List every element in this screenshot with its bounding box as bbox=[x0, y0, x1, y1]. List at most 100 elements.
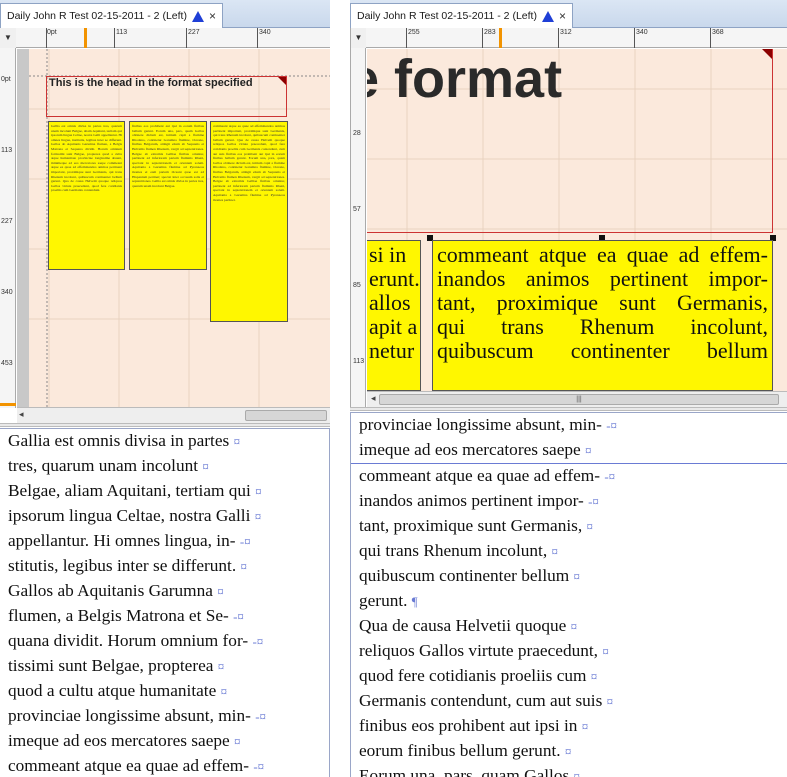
horizontal-ruler[interactable]: 0pt 113 227 340 bbox=[16, 28, 330, 48]
story-line: quibuscum continenter bellum ¤ bbox=[351, 564, 787, 589]
text-frame-column-3[interactable]: commeant atque ea quae ad effeminandos a… bbox=[210, 121, 288, 322]
story-line: Gallia est omnis divisa in partes ¤ bbox=[0, 429, 329, 454]
story-line-text: ipsorum lingua Celtae, nostra Galli bbox=[8, 506, 255, 525]
vertical-ruler[interactable]: 0pt 113 227 340 453 bbox=[0, 48, 16, 408]
story-line-text: quibuscum continenter bellum bbox=[359, 566, 574, 585]
pilcrow-icon: -¤ bbox=[239, 534, 251, 549]
pilcrow-icon: -¤ bbox=[588, 494, 599, 509]
right-document-tab[interactable]: Daily John R Test 02-15-2011 - 2 (Left) … bbox=[350, 3, 573, 28]
story-line: finibus eos prohibent aut ipsi in ¤ bbox=[351, 714, 787, 739]
story-line-text: Eorum una, pars, quam Gallos bbox=[359, 766, 574, 777]
left-tab-title: Daily John R Test 02-15-2011 - 2 (Left) bbox=[7, 10, 187, 22]
pilcrow-icon: ¤ bbox=[217, 584, 224, 599]
ruler-corner-arrow-icon[interactable]: ▼ bbox=[350, 28, 366, 48]
triangle-icon bbox=[541, 10, 554, 22]
frame-text-line: quibuscum continenter bellum bbox=[437, 338, 768, 363]
frame-text-line: si in bbox=[369, 242, 407, 267]
right-document-pane: Daily John R Test 02-15-2011 - 2 (Left) … bbox=[350, 0, 787, 777]
frame-text-line: inandos animos pertinent impor- bbox=[437, 266, 768, 291]
text-frame-column-1[interactable]: Gallia est omnis divisa in partes tres, … bbox=[48, 121, 125, 270]
scrollbar-thumb[interactable] bbox=[245, 410, 327, 421]
left-layout-canvas[interactable]: This is the head in the format specified… bbox=[17, 49, 330, 407]
pilcrow-icon: ¤ bbox=[255, 484, 262, 499]
pilcrow-icon: ¤ bbox=[585, 443, 592, 458]
story-line: commeant atque ea quae ad effem- -¤ bbox=[351, 464, 787, 489]
right-story-editor[interactable]: provinciae longissime absunt, min- -¤ ime… bbox=[350, 412, 787, 777]
pilcrow-icon: -¤ bbox=[252, 634, 264, 649]
story-line: Belgae, aliam Aquitani, tertiam qui ¤ bbox=[0, 479, 329, 504]
story-line-text: reliquos Gallos virtute praecedunt, bbox=[359, 641, 603, 660]
story-line: tres, quarum unam incolunt ¤ bbox=[0, 454, 329, 479]
frame-text-line: tant, proximique sunt Germanis, bbox=[437, 290, 768, 315]
horizontal-scrollbar[interactable]: ◂ bbox=[17, 407, 330, 423]
headline-frame[interactable]: e format bbox=[367, 49, 773, 233]
close-tab-button[interactable]: × bbox=[209, 9, 216, 23]
pilcrow-icon: ¤ bbox=[240, 559, 247, 574]
close-tab-button[interactable]: × bbox=[559, 9, 566, 23]
story-line: reliquos Gallos virtute praecedunt, ¤ bbox=[351, 639, 787, 664]
story-line-text: quana dividit. Horum omnium for- bbox=[8, 631, 253, 650]
scroll-left-arrow-icon[interactable]: ◂ bbox=[371, 393, 376, 404]
ruler-label: 227 bbox=[1, 218, 13, 225]
scroll-left-arrow-icon[interactable]: ◂ bbox=[19, 409, 24, 420]
pilcrow-icon: ¤ bbox=[586, 519, 594, 534]
pilcrow-icon: ¤ bbox=[233, 434, 241, 449]
text-frame-column-2[interactable]: finibus eos prohibent aut ipsi in eorum … bbox=[129, 121, 207, 270]
ruler-label: 312 bbox=[560, 29, 572, 36]
headline-frame[interactable]: This is the head in the format specified bbox=[46, 76, 287, 117]
scrollbar-thumb[interactable]: ||| bbox=[379, 394, 779, 405]
left-tab-bar: Daily John R Test 02-15-2011 - 2 (Left) … bbox=[0, 0, 330, 28]
right-tab-title: Daily John R Test 02-15-2011 - 2 (Left) bbox=[357, 10, 537, 22]
horizontal-scrollbar[interactable]: ◂ ||| bbox=[367, 391, 787, 407]
story-line-text: imeque ad eos mercatores saepe bbox=[8, 731, 234, 750]
left-story-editor[interactable]: Gallia est omnis divisa in partes ¤ tres,… bbox=[0, 428, 330, 777]
pilcrow-icon: ¤ bbox=[202, 459, 209, 474]
splitter[interactable] bbox=[350, 407, 787, 411]
pilcrow-icon: ¤ bbox=[217, 659, 225, 674]
pilcrow-icon: -¤ bbox=[233, 609, 244, 624]
page: This is the head in the format specified… bbox=[29, 49, 330, 407]
frame-text-line: commeant atque ea quae ad effem- bbox=[437, 242, 768, 267]
pilcrow-icon: -¤ bbox=[255, 709, 267, 724]
headline-text: This is the head in the format specified bbox=[49, 77, 253, 89]
story-line-text: imeque ad eos mercatores saepe bbox=[359, 440, 585, 459]
pilcrow-icon: ¤ bbox=[234, 734, 241, 749]
ruler-label: 113 bbox=[116, 29, 128, 36]
text-frame-left[interactable]: si in erunt. allos apit a netur bbox=[367, 240, 421, 391]
splitter[interactable] bbox=[0, 423, 330, 427]
right-layout-canvas[interactable]: e format si in erunt. allos apit a netur com… bbox=[367, 49, 787, 391]
pilcrow-icon: ¤ bbox=[570, 619, 578, 634]
story-line: quana dividit. Horum omnium for- -¤ bbox=[0, 629, 329, 654]
vertical-ruler[interactable]: 28 57 85 113 bbox=[350, 48, 366, 408]
text-frame-right[interactable]: commeant atque ea quae ad effem-inandos … bbox=[432, 240, 773, 391]
ruler-corner-arrow-icon[interactable]: ▼ bbox=[0, 28, 16, 48]
story-line-text: tres, quarum unam incolunt bbox=[8, 456, 203, 475]
story-line: provinciae longissime absunt, min- -¤ bbox=[0, 704, 329, 729]
story-line-text: inandos animos pertinent impor- bbox=[359, 491, 589, 510]
triangle-icon bbox=[191, 10, 204, 22]
frame-text-line: qui trans Rhenum incolunt, bbox=[437, 314, 768, 339]
ruler-label: 57 bbox=[353, 206, 361, 213]
story-line-text: flumen, a Belgis Matrona et Se- bbox=[8, 606, 234, 625]
ruler-label: 113 bbox=[353, 358, 365, 365]
pilcrow-icon: ¤ bbox=[220, 684, 228, 699]
ruler-label: 0pt bbox=[1, 76, 11, 83]
pilcrow-icon: ¤ bbox=[573, 569, 581, 584]
ruler-label: 340 bbox=[259, 29, 271, 36]
ruler-label: 368 bbox=[712, 29, 724, 36]
story-line: imeque ad eos mercatores saepe ¤ bbox=[351, 438, 787, 463]
story-line: quod a cultu atque humanitate ¤ bbox=[0, 679, 329, 704]
ruler-cursor-marker bbox=[84, 28, 87, 48]
column-3-text: commeant atque ea quae ad effeminandos a… bbox=[213, 124, 285, 202]
story-line: provinciae longissime absunt, min- -¤ bbox=[351, 413, 787, 438]
horizontal-ruler[interactable]: 255 283 312 340 368 bbox=[366, 28, 787, 48]
story-line: Qua de causa Helvetii quoque ¤ bbox=[351, 614, 787, 639]
pilcrow-icon: ¤ bbox=[581, 719, 589, 734]
story-line-text: stitutis, legibus inter se differunt. bbox=[8, 556, 241, 575]
left-document-tab[interactable]: Daily John R Test 02-15-2011 - 2 (Left) … bbox=[0, 3, 223, 28]
ruler-label: 28 bbox=[353, 130, 361, 137]
ruler-label: 340 bbox=[1, 289, 13, 296]
pilcrow-icon: -¤ bbox=[606, 418, 618, 433]
story-line-text: Gallia est omnis divisa in partes bbox=[8, 431, 234, 450]
story-line: Germanis contendunt, cum aut suis ¤ bbox=[351, 689, 787, 714]
